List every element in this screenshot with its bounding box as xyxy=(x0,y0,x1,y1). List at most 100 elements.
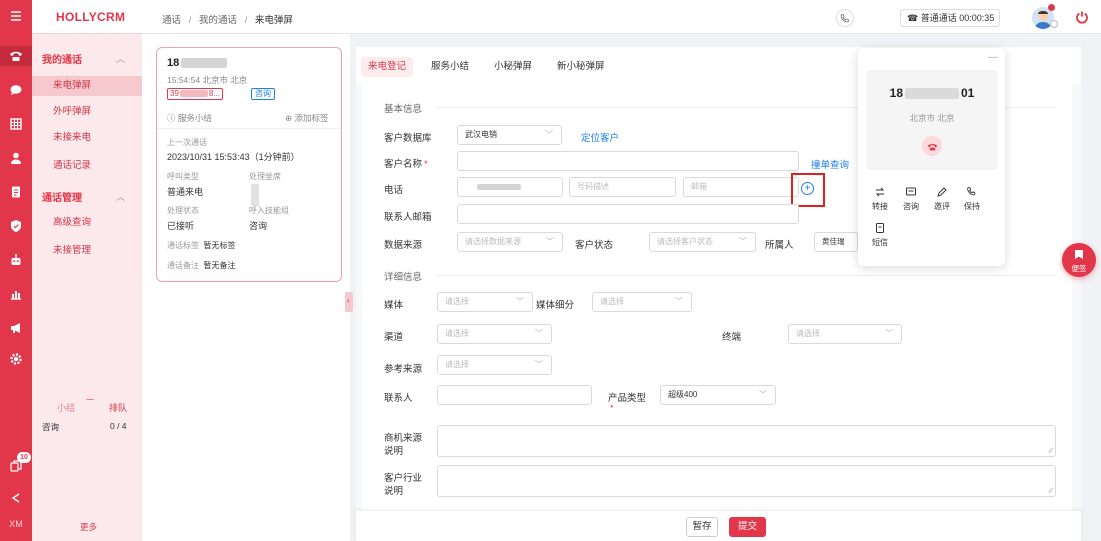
tab-new-secretary-popup[interactable]: 新小秘弹屏 xyxy=(557,57,605,77)
service-summary-link[interactable]: ⓘ 服务小结 xyxy=(167,112,212,124)
db-select[interactable]: 武汉电销 ﹀ xyxy=(457,125,562,145)
required-mark: * xyxy=(424,159,428,170)
customer-name-input[interactable] xyxy=(457,151,799,171)
section-title-detail: 详细信息 xyxy=(384,272,423,283)
media-sub-select[interactable]: 请选择 ﹀ xyxy=(592,292,692,312)
industry-textarea[interactable]: ⁄⁄ xyxy=(437,465,1056,497)
hold-button[interactable]: 保持 xyxy=(960,186,984,212)
data-source-select[interactable]: 请选择数据来源 ﹀ xyxy=(457,232,563,252)
document-icon[interactable] xyxy=(0,182,32,202)
consult-tag[interactable]: 咨询 xyxy=(251,88,275,100)
ref-source-select[interactable]: 请选择 ﹀ xyxy=(437,355,552,375)
nav-item-advanced-search[interactable]: 高级查询 xyxy=(32,213,142,233)
chat-icon[interactable] xyxy=(0,80,32,100)
invite-review-button[interactable]: 邀评 xyxy=(930,186,954,212)
bookmark-icon xyxy=(1075,250,1083,259)
tab-call-registration[interactable]: 来电登记 xyxy=(361,57,414,77)
brand-logo: HOLLYCRM xyxy=(56,10,126,24)
duplicate-check-link[interactable]: 撞单查询 xyxy=(811,157,849,171)
product-type-label: 产品类型 xyxy=(608,393,647,404)
user-icon[interactable] xyxy=(0,148,32,168)
more-link[interactable]: 更多 xyxy=(80,521,97,533)
nav-item-missed-mgmt[interactable]: 未接管理 xyxy=(32,241,142,261)
chevron-down-icon: ﹀ xyxy=(739,237,747,246)
menu-icon[interactable] xyxy=(0,6,32,26)
sort-icon[interactable]: ᅳ xyxy=(86,393,94,406)
tab-service-summary[interactable]: 服务小结 xyxy=(431,57,469,77)
phone-desc-input[interactable]: 号码描述 xyxy=(569,177,676,197)
contact-input[interactable] xyxy=(437,385,592,405)
redacted-digits xyxy=(477,183,521,190)
locate-customer-link[interactable]: 定位客户 xyxy=(581,130,619,144)
media-select[interactable]: 请选择 ﹀ xyxy=(437,292,533,312)
email-input[interactable]: 邮箱 xyxy=(683,177,799,197)
chevron-up-icon[interactable]: ︿ xyxy=(116,52,125,65)
terminal-label: 终端 xyxy=(722,332,742,343)
contact-email-input[interactable] xyxy=(457,204,799,224)
consult-label: 咨询 xyxy=(903,202,919,211)
customer-status-label: 客户状态 xyxy=(575,240,614,251)
channel-placeholder: 请选择 xyxy=(445,329,469,338)
channel-select[interactable]: 请选择 ﹀ xyxy=(437,324,552,344)
last-call-time: 2023/10/31 15:53:43（1分钟前） xyxy=(167,152,300,162)
product-type-select[interactable]: 超级400 ﹀ xyxy=(660,385,776,405)
queue-tab-queue[interactable]: 排队 xyxy=(109,401,127,414)
customer-status-select[interactable]: 请选择客户状态 ﹀ xyxy=(649,232,756,252)
breadcrumb-item[interactable]: 我的通话 xyxy=(199,15,237,26)
nav-group-my-calls[interactable]: 我的通话 xyxy=(42,51,82,66)
submit-button[interactable]: 提交 xyxy=(729,517,766,537)
add-phone-plus-icon[interactable]: + xyxy=(801,182,814,195)
save-draft-button[interactable]: 暂存 xyxy=(686,517,718,537)
sticky-note-button[interactable]: 便签 xyxy=(1062,243,1096,277)
call-status-pill[interactable]: ☎ 普通通话 00:00:35 xyxy=(900,9,1000,27)
data-source-label: 数据来源 xyxy=(384,240,423,251)
chart-icon[interactable] xyxy=(0,284,32,304)
nav-item-missed-calls[interactable]: 未接来电 xyxy=(32,128,142,148)
nav-item-incoming-popup[interactable]: 来电弹屏 xyxy=(32,76,142,96)
shield-icon[interactable] xyxy=(0,216,32,236)
chevron-down-icon: ﹀ xyxy=(516,297,524,306)
collapse-handle[interactable]: ‹ xyxy=(345,292,353,312)
grid-icon[interactable] xyxy=(0,114,32,134)
breadcrumb-item[interactable]: 通话 xyxy=(162,15,181,26)
opp-source-textarea[interactable]: ⁄⁄ xyxy=(437,425,1056,457)
resize-handle-icon[interactable]: ⁄⁄ xyxy=(1050,488,1052,495)
nav-item-outbound-popup[interactable]: 外呼弹屏 xyxy=(32,102,142,122)
megaphone-icon[interactable] xyxy=(0,318,32,338)
terminal-select[interactable]: 请选择 ﹀ xyxy=(788,324,902,344)
consult-button[interactable]: 咨询 xyxy=(899,186,923,212)
phone-hangup-icon xyxy=(927,143,937,150)
notification-badge: 10 xyxy=(17,452,31,463)
robot-icon[interactable] xyxy=(0,250,32,270)
panel-phone-prefix: 18 xyxy=(889,86,903,100)
chevron-up-icon[interactable]: ︿ xyxy=(116,190,125,203)
queue-tab-summary[interactable]: 小结 xyxy=(57,401,75,414)
user-initials: XM xyxy=(9,519,23,529)
nav-item-call-records[interactable]: 通话记录 xyxy=(32,156,142,176)
power-icon[interactable] xyxy=(1075,10,1089,24)
call-card[interactable]: 18 15:54:54 北京市 北京 39 8... 咨询 ⓘ 服务小结 ⊕ 添加… xyxy=(156,47,342,282)
contact-label: 联系人 xyxy=(384,393,413,404)
resize-handle-icon[interactable]: ⁄⁄ xyxy=(1050,448,1052,455)
minimize-icon[interactable]: — xyxy=(988,52,998,63)
transfer-button[interactable]: 转接 xyxy=(868,186,892,212)
add-tag-button[interactable]: ⊕ 添加标签 xyxy=(285,112,329,124)
sms-button[interactable]: 短信 xyxy=(868,222,892,248)
customer-name-label: 客户名称 * xyxy=(384,156,428,170)
customer-tag[interactable]: 39 8... xyxy=(167,88,224,100)
dial-button[interactable] xyxy=(836,9,854,27)
phone-input[interactable] xyxy=(457,177,563,197)
collapse-icon[interactable] xyxy=(0,488,32,508)
caller-phone: 18 xyxy=(167,57,228,69)
tab-secretary-popup[interactable]: 小秘弹屏 xyxy=(494,57,532,77)
hangup-button[interactable] xyxy=(922,136,942,156)
chevron-down-icon: ﹀ xyxy=(759,390,767,399)
sticky-note-label: 便签 xyxy=(1071,264,1087,273)
chevron-down-icon: ﹀ xyxy=(535,329,543,338)
gear-icon[interactable] xyxy=(0,349,32,369)
phone-icon[interactable] xyxy=(0,46,32,66)
call-tag-row: 通话标签 暂无标签 xyxy=(167,240,235,251)
owner-select[interactable]: 黄佳瑞 xyxy=(814,232,858,252)
nav-group-call-mgmt[interactable]: 通话管理 xyxy=(42,189,82,204)
customer-tag-prefix: 39 xyxy=(170,89,179,98)
